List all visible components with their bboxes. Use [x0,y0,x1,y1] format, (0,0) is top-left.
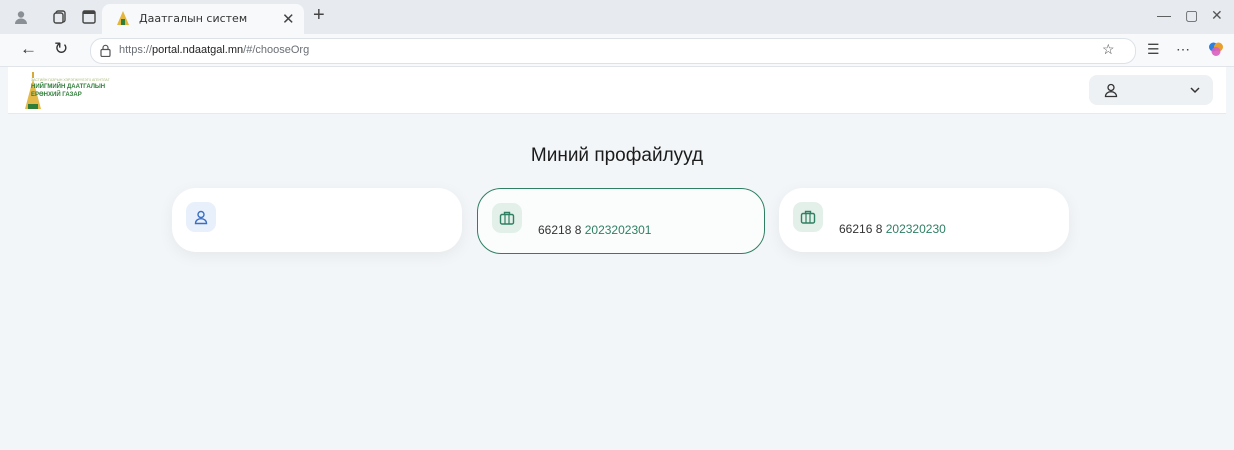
app-header: ЗАСГИЙН ГАЗРЫН ХЭРЭГЖҮҮЛЭГЧ АГЕНТЛАГ НИЙ… [8,67,1226,114]
vertical-tabs-icon[interactable] [80,8,98,26]
logo-title-line1: НИЙГМИЙН ДААТГАЛЫН [31,84,106,90]
user-menu-button[interactable] [1089,75,1213,105]
window-close-icon[interactable]: ✕ [1211,7,1223,24]
address-bar: ← ↻ https://portal.ndaatgal.mn/#/chooseO… [0,34,1234,67]
browser-tab-bar: Даатгалын систем ✕ + — ▢ ✕ [0,0,1234,34]
profile-label: 66216 8 202320230 [839,222,946,236]
new-tab-icon[interactable]: + [313,4,325,27]
refresh-icon[interactable]: ↻ [54,39,68,59]
briefcase-icon [793,202,823,232]
chevron-down-icon [1189,83,1201,101]
copilot-icon[interactable] [1208,41,1224,62]
profile-card-org-2[interactable]: 66216 8 202320230 [779,188,1069,252]
favorites-list-icon[interactable]: ☰ [1147,41,1160,58]
user-icon [186,202,216,232]
tab-title: Даатгалын систем [139,12,248,25]
logo-title-line2: ЕРӨНХИЙ ГАЗАР [31,92,82,98]
profile-icon[interactable] [12,8,30,26]
page-content: ЗАСГИЙН ГАЗРЫН ХЭРЭГЖҮҮЛЭГЧ АГЕНТЛАГ НИЙ… [8,67,1226,450]
minimize-icon[interactable]: — [1157,7,1171,23]
browser-tab-active[interactable]: Даатгалын систем ✕ [102,4,304,34]
workspaces-icon[interactable] [51,8,69,26]
restore-icon[interactable]: ▢ [1185,7,1198,24]
profile-card-personal[interactable] [172,188,462,252]
profile-label: 66218 8 2023202301 [538,223,652,237]
page-title: Миний профайлууд [530,145,704,166]
url-field[interactable]: https://portal.ndaatgal.mn/#/chooseOrg [90,38,1136,64]
logo-subtitle: ЗАСГИЙН ГАЗРЫН ХЭРЭГЖҮҮЛЭГЧ АГЕНТЛАГ [31,78,110,82]
profile-card-org-1[interactable]: 66218 8 2023202301 [477,188,765,254]
logo-emblem-icon [25,72,41,109]
favorite-star-icon[interactable]: ☆ [1102,41,1115,58]
back-icon[interactable]: ← [20,39,37,59]
briefcase-icon [492,203,522,233]
url-text: https://portal.ndaatgal.mn/#/chooseOrg [119,44,310,56]
user-icon [1103,82,1119,103]
more-menu-icon[interactable]: ⋯ [1176,41,1190,58]
tab-close-icon[interactable]: ✕ [282,10,295,28]
tab-favicon-icon [116,10,130,31]
lock-icon[interactable] [100,44,111,62]
